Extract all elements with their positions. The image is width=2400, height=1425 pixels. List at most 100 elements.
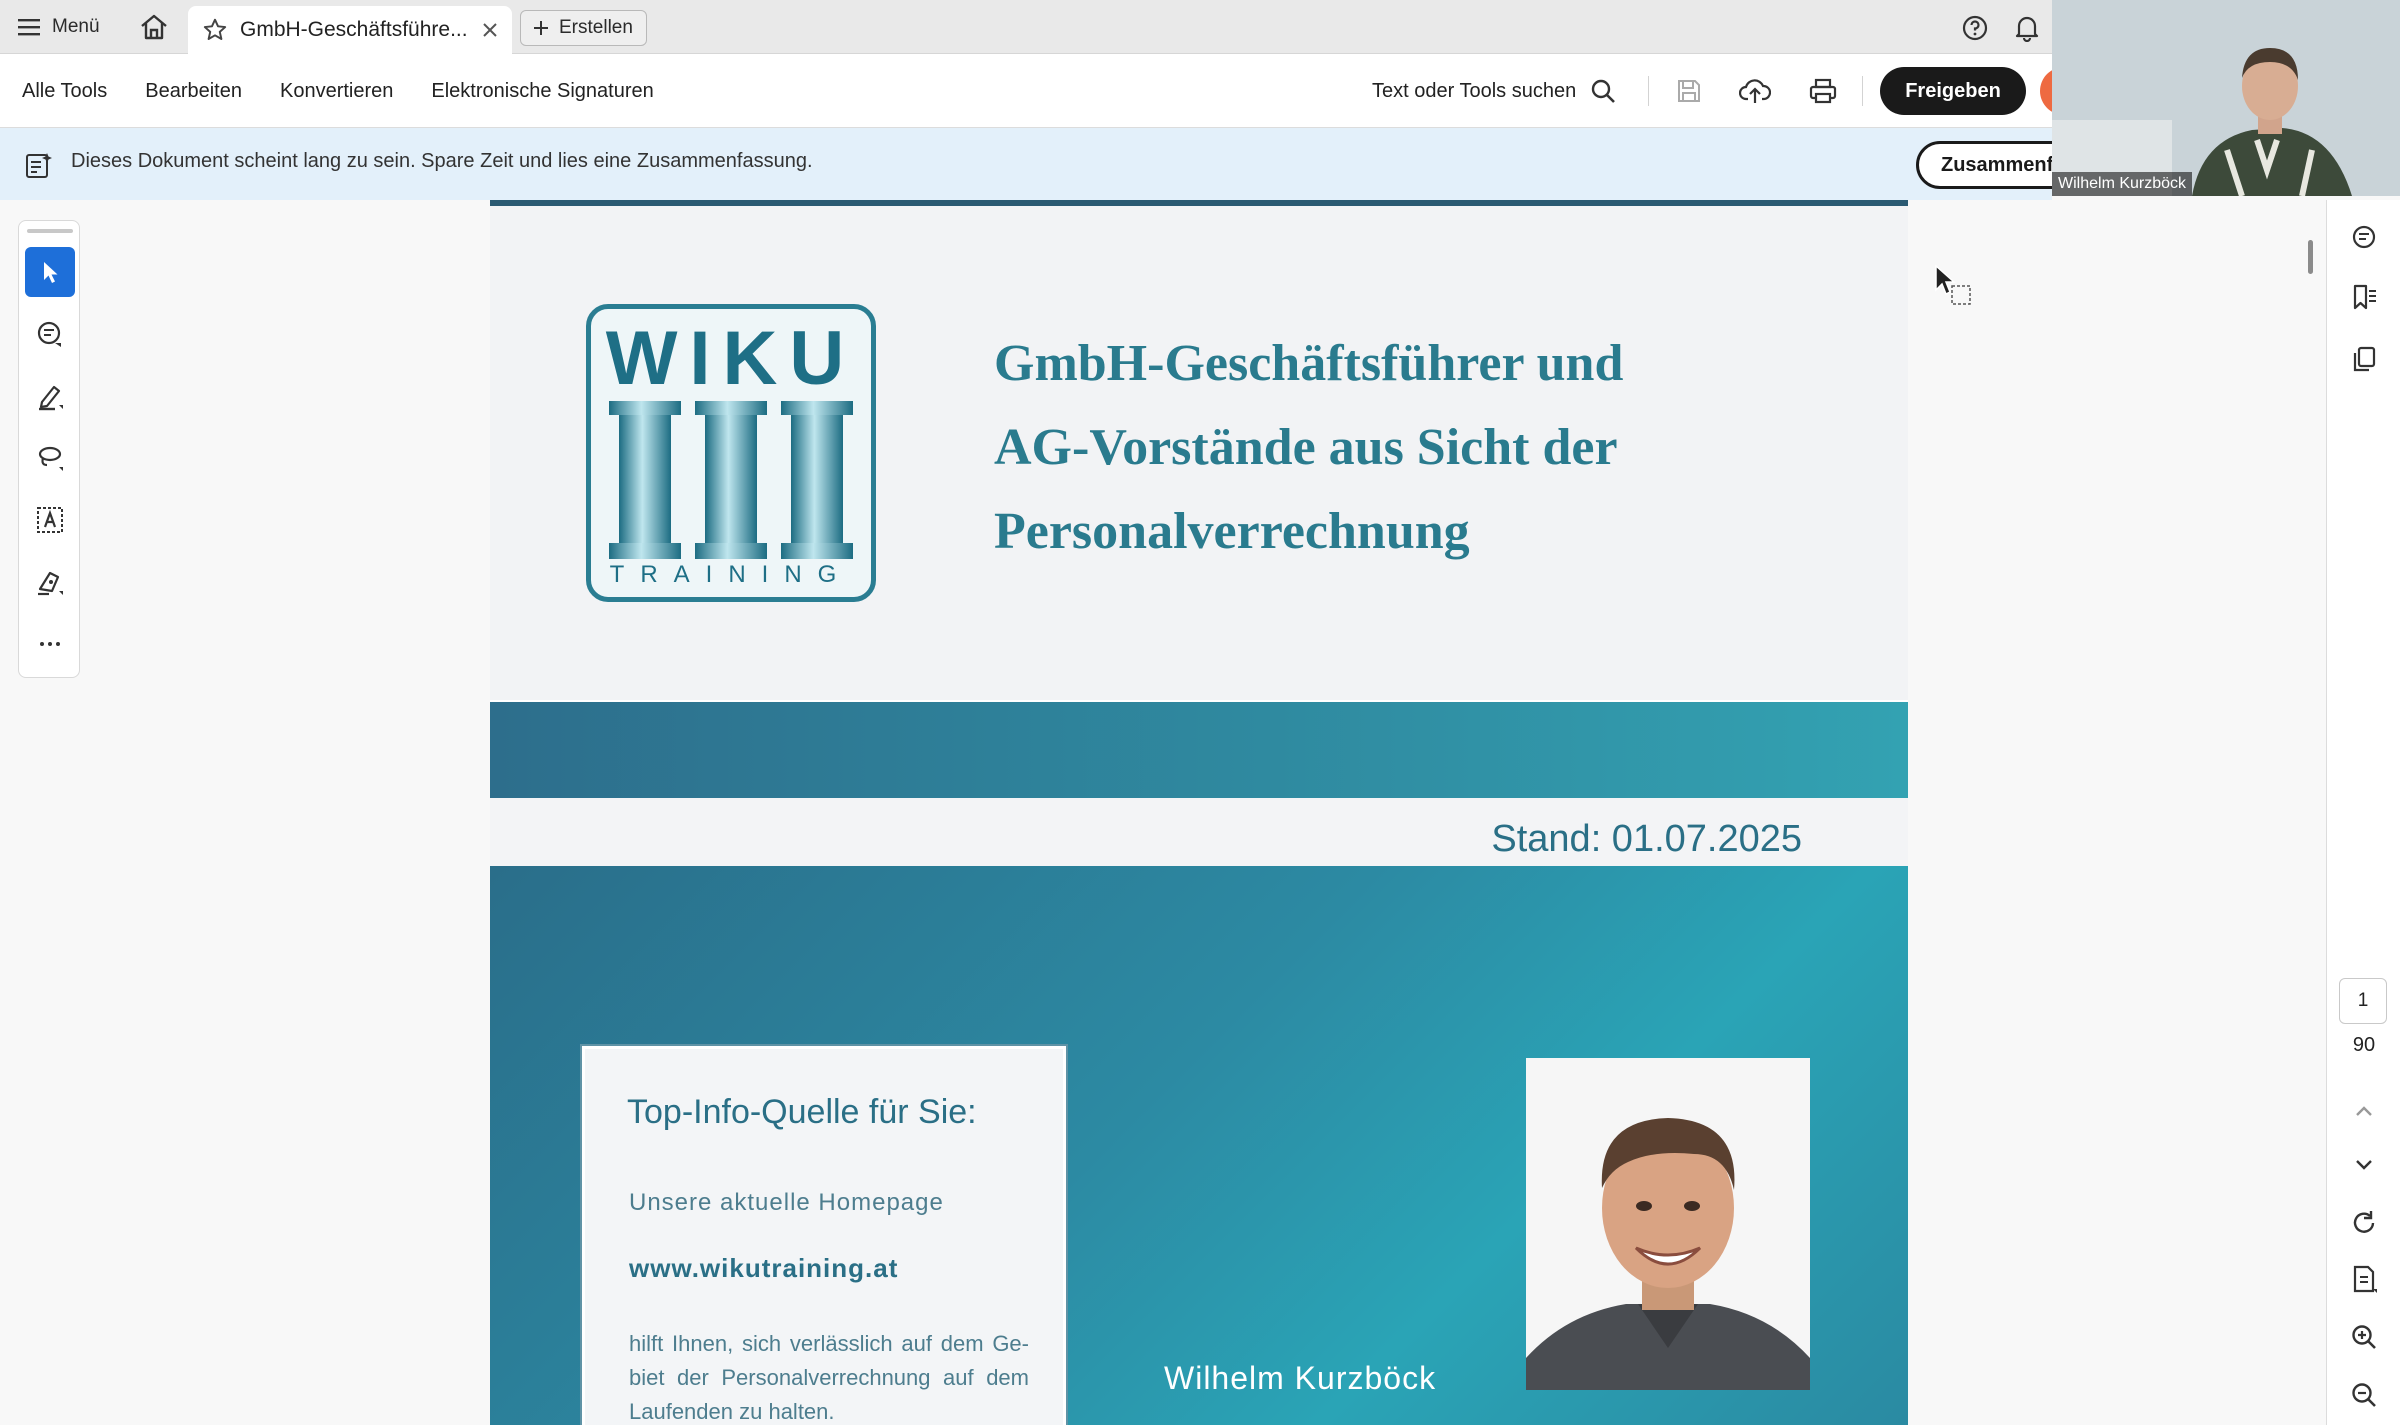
help-icon [1962, 15, 1988, 41]
draw-tool[interactable] [25, 433, 75, 483]
logo-subtitle: TRAINING [609, 561, 853, 588]
home-button[interactable] [136, 12, 172, 42]
title-line: AG-Vorstände aus Sicht der [994, 419, 1618, 476]
comment-tool[interactable] [25, 309, 75, 359]
close-tab-icon[interactable] [482, 22, 498, 38]
bookmarks-icon [2353, 284, 2376, 310]
pillars-icon [609, 401, 853, 559]
search-tools-label: Text oder Tools suchen [1372, 79, 1577, 102]
create-label: Erstellen [559, 17, 633, 38]
pages-icon [2353, 346, 2376, 372]
bookmarks-panel-button[interactable] [2345, 278, 2383, 316]
chevron-down-icon [2356, 1160, 2372, 1170]
homepage-link[interactable]: www.wikutraining.at [629, 1253, 898, 1284]
summary-banner: Dieses Dokument scheint lang zu sein. Sp… [0, 128, 2076, 200]
share-button[interactable]: Freigeben [1880, 67, 2026, 115]
title-line: Personalverrechnung [994, 503, 1470, 560]
bell-icon [2015, 16, 2039, 42]
save-button[interactable] [1672, 74, 1706, 108]
next-page-button[interactable] [2345, 1146, 2383, 1184]
document-title: GmbH-Geschäftsführer und AG-Vorstände au… [994, 322, 1794, 574]
highlight-tool[interactable] [25, 371, 75, 421]
save-icon [1678, 80, 1700, 102]
menu-e-signatures[interactable]: Elektronische Signaturen [431, 80, 653, 103]
toolbar-divider [1862, 76, 1863, 106]
author-name: Wilhelm Kurzböck [1164, 1360, 1437, 1396]
info-box-body: hilft Ihnen, sich verlässlich auf dem Ge… [629, 1331, 1029, 1424]
print-button[interactable] [1806, 74, 1840, 108]
menu-convert[interactable]: Konvertieren [280, 80, 393, 103]
zoom-out-button[interactable] [2345, 1376, 2383, 1414]
pages-panel-button[interactable] [2345, 340, 2383, 378]
summary-doc-icon [26, 153, 52, 178]
author-portrait [1526, 1058, 1810, 1390]
rotate-icon [2353, 1211, 2375, 1233]
help-button[interactable] [1960, 13, 1990, 43]
mouse-cursor-icon [1935, 264, 1971, 305]
author-photo [1526, 1058, 1810, 1390]
current-page-input[interactable]: 1 [2339, 978, 2387, 1024]
star-icon[interactable] [202, 17, 228, 43]
cover-header: WIKU TRAINING GmbH-Geschäftsführer und A… [490, 206, 1908, 700]
participant-name: Wilhelm Kurzböck [2052, 172, 2193, 196]
info-box-title: Top-Info-Quelle für Sie: [627, 1093, 977, 1131]
upload-button[interactable] [1738, 74, 1772, 108]
panel-grip[interactable] [27, 229, 73, 233]
teal-band [490, 702, 1908, 798]
select-arrow-icon [44, 262, 58, 283]
cloud-upload-icon [1739, 79, 1771, 103]
search-icon [1592, 79, 1616, 103]
quick-tools-panel [18, 220, 80, 678]
search-tools[interactable]: Text oder Tools suchen [1372, 74, 1616, 108]
tool-menu: Alle Tools Bearbeiten Konvertieren Elekt… [22, 54, 654, 128]
menu-edit[interactable]: Bearbeiten [145, 80, 242, 103]
rotate-button[interactable] [2345, 1204, 2383, 1242]
right-rail: 1 90 [2326, 200, 2400, 1425]
menu-button[interactable]: Menü [18, 12, 100, 42]
info-box: Top-Info-Quelle für Sie: Unsere aktuelle… [580, 1044, 1068, 1425]
select-tool[interactable] [25, 247, 75, 297]
zoom-out-icon [2352, 1383, 2376, 1407]
menu-label: Menü [52, 16, 100, 37]
more-icon [40, 642, 60, 646]
text-box-tool[interactable] [25, 495, 75, 545]
comments-panel-button[interactable] [2345, 218, 2383, 256]
zoom-in-icon [2352, 1325, 2376, 1349]
fill-sign-icon [38, 571, 63, 596]
video-call-thumbnail[interactable]: Wilhelm Kurzböck [2052, 0, 2400, 196]
add-comment-icon [37, 321, 61, 347]
fit-page-button[interactable] [2345, 1260, 2383, 1298]
document-scrollbar[interactable] [2308, 240, 2313, 274]
info-box-subtitle: Unsere aktuelle Homepage [629, 1189, 944, 1216]
chevron-up-icon [2356, 1106, 2372, 1116]
comment-icon [2352, 225, 2376, 249]
wiku-logo: WIKU TRAINING [586, 304, 876, 602]
previous-page-button[interactable] [2345, 1092, 2383, 1130]
cover-lower-section: Top-Info-Quelle für Sie: Unsere aktuelle… [490, 866, 1908, 1425]
date-row: Stand: 01.07.2025 [490, 798, 1908, 866]
draw-lasso-icon [38, 446, 63, 471]
plus-icon [534, 21, 548, 35]
fit-page-icon [2353, 1265, 2377, 1293]
title-line: GmbH-Geschäftsführer und [994, 335, 1624, 392]
notifications-button[interactable] [2012, 13, 2042, 43]
create-button[interactable]: Erstellen [520, 10, 647, 46]
home-icon [141, 14, 167, 40]
more-tools-button[interactable] [25, 619, 75, 669]
document-tab[interactable]: GmbH-Geschäftsführe... [188, 6, 512, 54]
fill-sign-tool[interactable] [25, 557, 75, 607]
print-icon [1809, 78, 1837, 104]
total-pages: 90 [2352, 1034, 2376, 1056]
text-box-icon [37, 507, 63, 533]
tab-bar: Menü GmbH-Geschäftsführe... Erstellen [0, 0, 2052, 54]
toolbar-divider [1648, 76, 1649, 106]
participant-video [2052, 0, 2400, 196]
document-page[interactable]: WIKU TRAINING GmbH-Geschäftsführer und A… [490, 200, 1908, 1425]
summary-banner-text: Dieses Dokument scheint lang zu sein. Sp… [71, 150, 813, 172]
hamburger-icon [18, 19, 40, 36]
logo-word: WIKU [605, 316, 857, 401]
menu-all-tools[interactable]: Alle Tools [22, 80, 107, 103]
tab-title: GmbH-Geschäftsführe... [240, 18, 468, 41]
main-toolbar: Alle Tools Bearbeiten Konvertieren Elekt… [0, 54, 2088, 128]
zoom-in-button[interactable] [2345, 1318, 2383, 1356]
